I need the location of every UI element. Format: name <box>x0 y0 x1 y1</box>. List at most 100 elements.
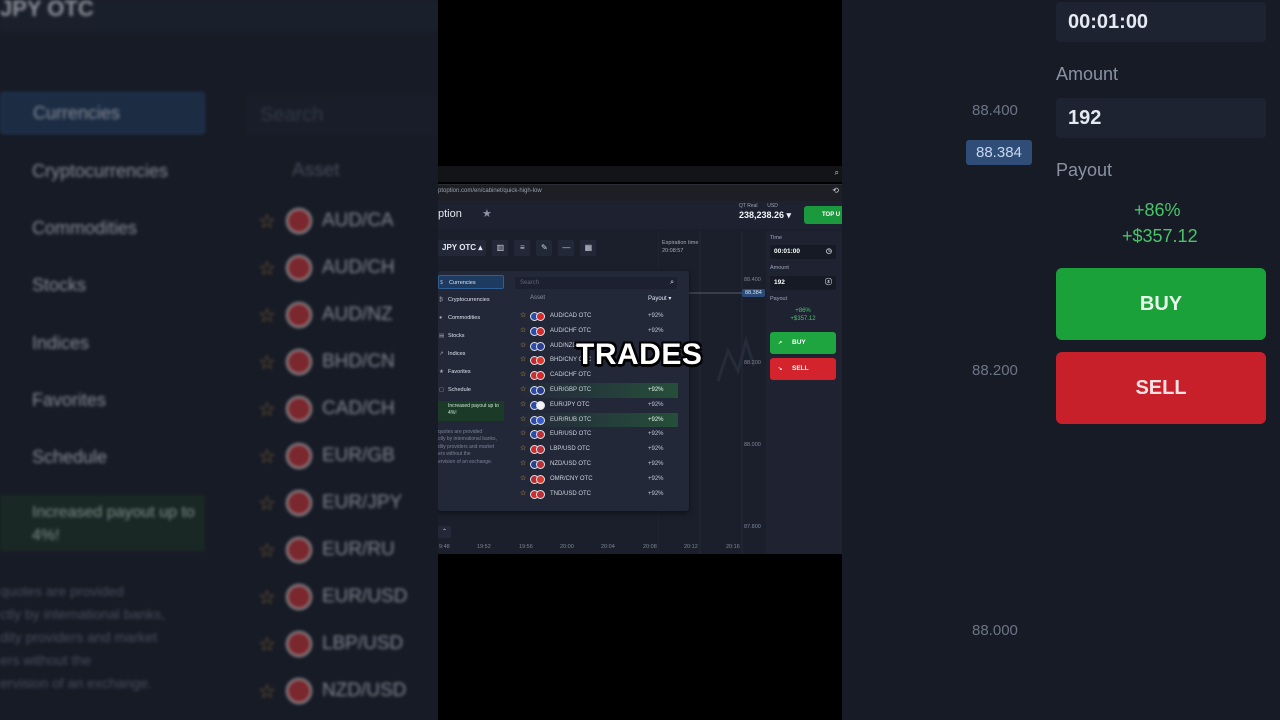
draw-icon[interactable]: ✎ <box>536 240 553 256</box>
column-payout[interactable]: Payout ▾ <box>648 295 671 302</box>
background-category-crypto: Cryptocurrencies <box>32 160 169 181</box>
asset-name: EUR/RUB OTC <box>550 416 592 423</box>
star-icon[interactable]: ☆ <box>520 353 526 368</box>
asset-selector[interactable]: JPY OTC ▴ <box>438 240 487 256</box>
background-price: 88.400 <box>972 102 1018 119</box>
payout-amount: +$357.12 <box>790 316 816 322</box>
disclaimer-note: quotes are provided ctly by internationa… <box>438 429 497 465</box>
asset-row[interactable]: ☆ AUD/CHF OTC +92% <box>518 324 678 339</box>
category-commodities[interactable]: ● Commodities <box>438 311 504 325</box>
asset-name: AUD/CAD OTC <box>550 313 592 319</box>
star-icon: ★ <box>439 369 444 375</box>
star-icon[interactable]: ☆ <box>520 383 526 398</box>
flag-icon <box>285 302 312 328</box>
asset-name: NZD/USD OTC <box>550 460 591 467</box>
asset-row[interactable]: ☆ LBP/USD OTC +92% <box>518 442 678 457</box>
promo-banner[interactable]: Increased payout up to 4%! <box>438 401 504 421</box>
asset-payout: +92% <box>648 416 664 423</box>
flag-icon <box>530 356 546 366</box>
star-icon[interactable]: ☆ <box>520 442 526 457</box>
column-payout-label: Payout <box>648 296 667 302</box>
asset-row[interactable]: ☆ AUD/CAD OTC +92% <box>518 309 678 324</box>
flag-icon <box>530 474 546 484</box>
star-icon[interactable]: ☆ <box>520 398 526 413</box>
asset-payout: +92% <box>648 313 664 319</box>
flag-icon <box>530 445 546 455</box>
asset-row[interactable]: ☆ NZD/USD OTC +92% <box>518 457 678 472</box>
star-icon: ☆ <box>258 680 276 703</box>
chart-type-icon[interactable]: ▥ <box>492 240 509 256</box>
price-label: 87.800 <box>744 524 761 530</box>
category-label: Commodities <box>448 315 481 321</box>
buy-label: BUY <box>792 339 806 346</box>
flag-icon <box>285 584 312 610</box>
search-input[interactable]: Search ⌕ <box>515 277 677 289</box>
extension-icon[interactable]: ⟲ <box>832 186 839 195</box>
asset-row[interactable]: ☆ EUR/GBP OTC +92% <box>518 382 678 398</box>
category-favorites[interactable]: ★ Favorites <box>438 365 504 379</box>
category-stocks[interactable]: ▤ Stocks <box>438 329 504 343</box>
flag-icon <box>285 537 312 563</box>
amount-input[interactable]: 192 ⓢ <box>770 276 836 290</box>
asset-row[interactable]: ☆ EUR/JPY OTC +92% <box>518 398 678 413</box>
logo[interactable]: ption <box>438 208 462 220</box>
category-cryptocurrencies[interactable]: ₿ Cryptocurrencies <box>438 293 504 307</box>
flag-icon <box>530 371 546 381</box>
star-icon: ☆ <box>258 210 276 233</box>
category-label: Indices <box>448 351 466 357</box>
document-icon: ▤ <box>439 333 445 339</box>
background-category-stocks: Stocks <box>32 274 87 295</box>
buy-button[interactable]: ↗ BUY <box>770 332 836 354</box>
chart-toolbar: JPY OTC ▴ ▥ ≡ ✎ — ▦ <box>438 237 597 259</box>
star-icon: ☆ <box>258 257 276 280</box>
category-currencies[interactable]: $ Currencies <box>438 275 504 289</box>
asset-name: EUR/USD OTC <box>550 431 592 438</box>
flag-icon <box>285 208 312 234</box>
time-input[interactable]: 00:01:00 ◷ <box>770 245 836 259</box>
minus-icon[interactable]: — <box>558 240 575 256</box>
balance-value[interactable]: 238,238.26 ▾ <box>739 210 791 221</box>
grid-icon[interactable]: ▦ <box>580 240 597 256</box>
star-icon[interactable]: ☆ <box>520 413 526 428</box>
star-icon: ☆ <box>258 492 276 515</box>
flag-icon <box>285 396 312 422</box>
star-icon[interactable]: ☆ <box>520 324 526 339</box>
category-indices[interactable]: ↗ Indices <box>438 347 504 361</box>
background-asset-name: NZD/USD <box>321 680 407 701</box>
sell-button[interactable]: ↘ SELL <box>770 358 836 380</box>
star-icon[interactable]: ☆ <box>520 487 526 502</box>
background-asset-row: ☆ BHD/CN <box>258 349 395 375</box>
star-icon[interactable]: ☆ <box>520 339 526 354</box>
flag-icon <box>530 489 546 499</box>
asset-row[interactable]: ☆ EUR/USD OTC +92% <box>518 427 678 442</box>
asset-name: TND/USD OTC <box>550 490 591 497</box>
payout-info: +86% +$357.12 <box>770 307 836 323</box>
background-category-indices: Indices <box>32 332 90 353</box>
column-asset[interactable]: Asset <box>530 295 545 301</box>
asset-row[interactable]: ☆ TND/USD OTC +92% <box>518 487 678 502</box>
category-schedule[interactable]: ▢ Schedule <box>438 383 504 397</box>
background-asset-header: Asset <box>292 160 340 181</box>
star-icon[interactable]: ☆ <box>520 309 526 324</box>
expiration-time: Expiration time 20:08:57 <box>662 239 698 255</box>
asset-row[interactable]: ☆ OMR/CNY OTC +92% <box>518 472 678 487</box>
star-icon: ☆ <box>258 398 276 421</box>
top-up-button[interactable]: TOP U <box>804 206 842 224</box>
indicators-icon[interactable]: ≡ <box>514 240 531 256</box>
collapse-button[interactable]: ⌃ <box>438 526 451 538</box>
arrow-up-icon: ↗ <box>778 340 783 346</box>
price-label: 88.200 <box>744 360 761 366</box>
address-bar[interactable]: ptoption.com/en/cabinet/quick-high-low ⟲ <box>438 184 842 201</box>
star-icon[interactable]: ☆ <box>520 368 526 383</box>
star-icon[interactable]: ★ <box>482 207 492 220</box>
background-asset-row: ☆ AUD/NZ <box>258 302 393 328</box>
star-icon[interactable]: ☆ <box>520 457 526 472</box>
star-icon[interactable]: ☆ <box>520 472 526 487</box>
star-icon[interactable]: ☆ <box>520 427 526 442</box>
asset-payout: +92% <box>648 386 664 393</box>
search-icon[interactable]: ⌕ <box>835 168 839 178</box>
background-payout-label: Payout <box>1056 160 1113 180</box>
background-amount-box: 192 <box>1056 98 1266 138</box>
background-left-panel: JPY OTC Currencies Cryptocurrencies Comm… <box>0 0 460 720</box>
asset-row[interactable]: ☆ EUR/RUB OTC +92% <box>518 412 678 428</box>
